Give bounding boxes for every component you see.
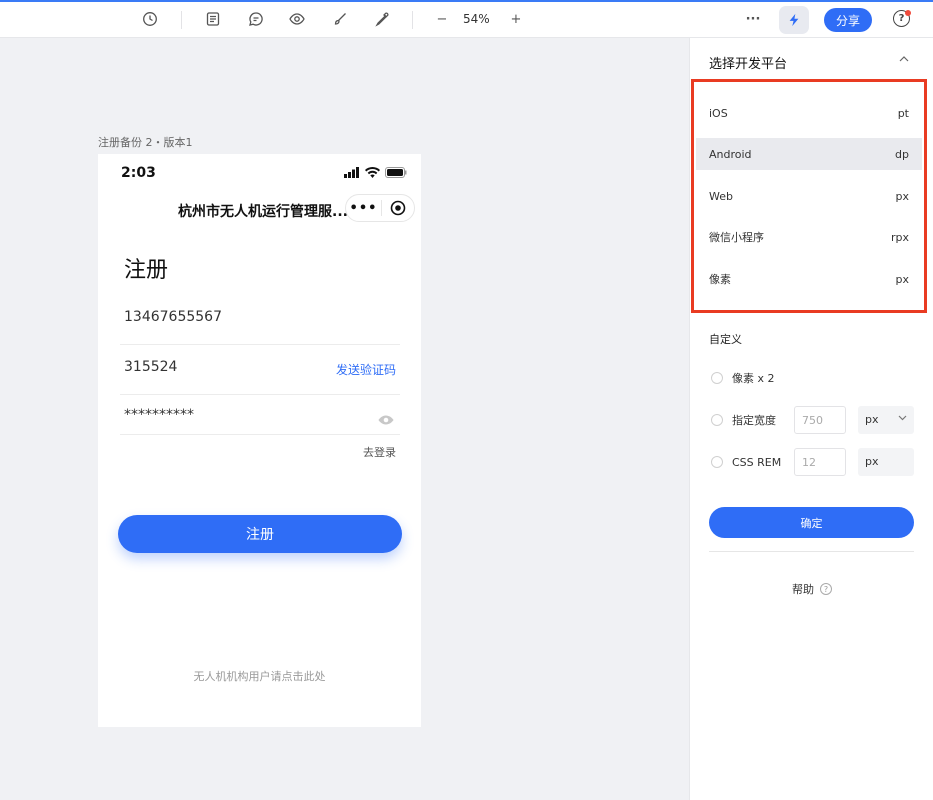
platform-name: 像素 — [709, 273, 731, 286]
phone-field[interactable]: 13467655567 — [120, 295, 400, 345]
notes-icon[interactable] — [202, 8, 224, 30]
bolt-button[interactable] — [779, 6, 809, 34]
option-label: CSS REM — [732, 455, 782, 469]
miniapp-capsule[interactable]: ••• — [345, 194, 415, 222]
chevron-up-icon[interactable] — [899, 54, 909, 65]
help-label: 帮助 — [792, 583, 814, 596]
toolbar-divider — [181, 11, 182, 29]
eyedropper-icon[interactable] — [371, 8, 393, 30]
platform-name: 微信小程序 — [709, 231, 764, 244]
bolt-icon — [789, 13, 799, 27]
close-target-icon[interactable] — [382, 200, 414, 216]
password-value: ********** — [124, 407, 194, 423]
status-icons — [344, 167, 407, 178]
org-user-link[interactable]: 无人机机构用户请点击此处 — [98, 668, 421, 684]
send-code-link[interactable]: 发送验证码 — [336, 361, 396, 378]
custom-width-unit-select[interactable]: px — [858, 406, 914, 434]
eye-icon[interactable] — [286, 8, 308, 30]
unit-value: px — [865, 413, 879, 426]
brush-icon[interactable] — [329, 8, 351, 30]
panel-title: 选择开发平台 — [709, 57, 788, 72]
comment-icon[interactable] — [245, 8, 267, 30]
phone-artboard[interactable]: 2:03 杭州市无人机运行管理服... ••• 注册 13467655567 3… — [98, 154, 421, 727]
register-button[interactable]: 注册 — [118, 515, 402, 553]
zoom-out-button[interactable]: − — [431, 8, 453, 30]
platform-name: Web — [709, 189, 733, 203]
platform-unit: dp — [895, 147, 909, 161]
radio-button[interactable] — [711, 456, 723, 468]
zoom-in-button[interactable]: + — [505, 8, 527, 30]
css-rem-input[interactable]: 12 — [794, 448, 846, 476]
custom-width-input[interactable]: 750 — [794, 406, 846, 434]
password-field[interactable]: ********** — [120, 385, 400, 435]
option-label: 指定宽度 — [732, 414, 776, 427]
to-login-link[interactable]: 去登录 — [363, 444, 396, 460]
question-icon: ? — [820, 583, 832, 595]
more-dots-icon[interactable]: ••• — [346, 201, 381, 216]
confirm-button[interactable]: 确定 — [709, 507, 914, 538]
platform-pixel[interactable]: 像素 px — [696, 263, 922, 295]
css-rem-option[interactable]: CSS REM — [711, 448, 781, 476]
platform-ios[interactable]: iOS pt — [696, 97, 922, 129]
miniapp-title: 杭州市无人机运行管理服... — [178, 204, 348, 220]
radio-button[interactable] — [711, 372, 723, 384]
signal-icon — [344, 167, 359, 178]
platform-android[interactable]: Android dp — [696, 138, 922, 170]
platform-name: Android — [709, 147, 752, 161]
chevron-down-icon — [898, 414, 907, 424]
option-label: 像素 x 2 — [732, 372, 775, 385]
toolbar-divider — [412, 11, 413, 29]
register-heading: 注册 — [124, 258, 169, 283]
platform-web[interactable]: Web px — [696, 180, 922, 212]
platform-unit: px — [895, 272, 910, 286]
notification-dot — [905, 10, 911, 16]
platform-unit: rpx — [890, 230, 909, 244]
artboard-label[interactable]: 注册备份 2・版本1 — [98, 134, 193, 150]
code-value: 315524 — [124, 359, 178, 375]
radio-button[interactable] — [711, 414, 723, 426]
platform-wechat-miniprogram[interactable]: 微信小程序 rpx — [696, 221, 922, 253]
help-link[interactable]: 帮助 ? — [690, 581, 933, 597]
platform-unit: pt — [897, 106, 909, 120]
status-time: 2:03 — [121, 165, 156, 181]
custom-pixel-option[interactable]: 像素 x 2 — [711, 364, 775, 392]
css-rem-unit: px — [858, 448, 914, 476]
platform-unit: px — [895, 189, 910, 203]
history-icon[interactable] — [139, 8, 161, 30]
top-toolbar: − 54% + ··· 分享 ? — [0, 0, 933, 38]
phone-value: 13467655567 — [124, 309, 222, 325]
panel-divider — [709, 551, 914, 552]
eye-icon[interactable] — [378, 410, 394, 429]
platform-name: iOS — [709, 106, 728, 120]
share-button[interactable]: 分享 — [824, 8, 872, 32]
more-button[interactable]: ··· — [742, 8, 764, 30]
wifi-icon — [365, 167, 380, 178]
platform-panel: 选择开发平台 iOS pt Android dp Web px 微信小程序 rp… — [689, 38, 933, 800]
zoom-level[interactable]: 54% — [463, 12, 490, 26]
custom-section-title: 自定义 — [709, 333, 742, 346]
custom-width-option[interactable]: 指定宽度 — [711, 406, 776, 434]
battery-icon — [385, 167, 407, 178]
